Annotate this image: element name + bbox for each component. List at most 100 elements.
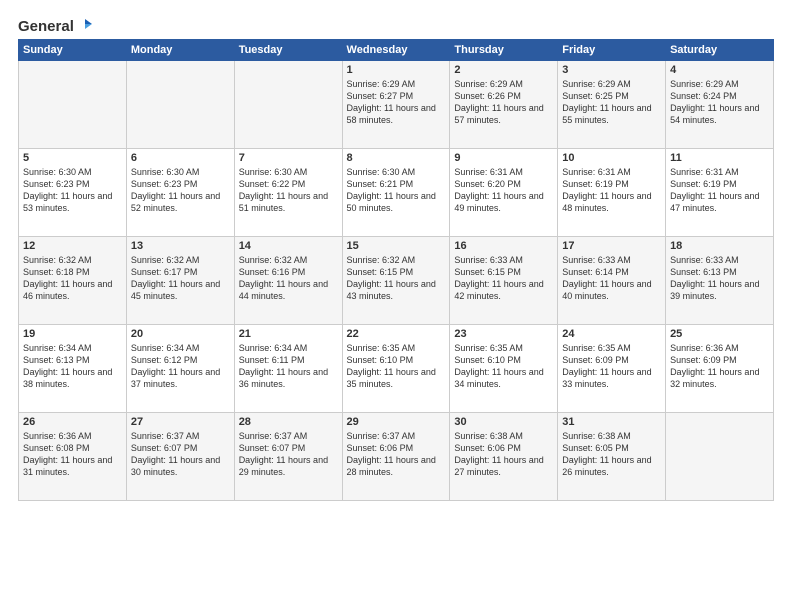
day-number: 22 — [347, 328, 446, 340]
weekday-header-sunday: Sunday — [19, 40, 127, 61]
day-number: 23 — [454, 328, 553, 340]
weekday-header-saturday: Saturday — [666, 40, 774, 61]
calendar-cell: 12 Sunrise: 6:32 AMSunset: 6:18 PMDayligh… — [19, 237, 127, 325]
day-number: 12 — [23, 240, 122, 252]
cell-info: Sunrise: 6:34 AMSunset: 6:13 PMDaylight:… — [23, 342, 122, 391]
calendar-cell: 30 Sunrise: 6:38 AMSunset: 6:06 PMDayligh… — [450, 413, 558, 501]
calendar-cell: 13 Sunrise: 6:32 AMSunset: 6:17 PMDayligh… — [126, 237, 234, 325]
cell-info: Sunrise: 6:32 AMSunset: 6:15 PMDaylight:… — [347, 254, 446, 303]
day-number: 7 — [239, 152, 338, 164]
day-number: 9 — [454, 152, 553, 164]
week-row-4: 19 Sunrise: 6:34 AMSunset: 6:13 PMDayligh… — [19, 325, 774, 413]
calendar-cell: 31 Sunrise: 6:38 AMSunset: 6:05 PMDayligh… — [558, 413, 666, 501]
cell-info: Sunrise: 6:34 AMSunset: 6:12 PMDaylight:… — [131, 342, 230, 391]
day-number: 26 — [23, 416, 122, 428]
calendar-cell: 16 Sunrise: 6:33 AMSunset: 6:15 PMDayligh… — [450, 237, 558, 325]
cell-info: Sunrise: 6:37 AMSunset: 6:07 PMDaylight:… — [239, 430, 338, 479]
calendar-cell: 9 Sunrise: 6:31 AMSunset: 6:20 PMDaylight… — [450, 149, 558, 237]
week-row-2: 5 Sunrise: 6:30 AMSunset: 6:23 PMDaylight… — [19, 149, 774, 237]
week-row-5: 26Sunrise: 6:36 AMSunset: 6:08 PMDayligh… — [19, 413, 774, 501]
logo: General — [18, 18, 94, 31]
calendar-cell: 14 Sunrise: 6:32 AMSunset: 6:16 PMDayligh… — [234, 237, 342, 325]
calendar-cell: 8Sunrise: 6:30 AMSunset: 6:21 PMDaylight… — [342, 149, 450, 237]
day-number: 11 — [670, 152, 769, 164]
weekday-header-wednesday: Wednesday — [342, 40, 450, 61]
day-number: 24 — [562, 328, 661, 340]
cell-info: Sunrise: 6:29 AMSunset: 6:25 PMDaylight:… — [562, 78, 661, 127]
calendar-cell — [666, 413, 774, 501]
calendar-cell: 5 Sunrise: 6:30 AMSunset: 6:23 PMDaylight… — [19, 149, 127, 237]
cell-info: Sunrise: 6:31 AMSunset: 6:20 PMDaylight:… — [454, 166, 553, 215]
cell-info: Sunrise: 6:35 AMSunset: 6:10 PMDaylight:… — [347, 342, 446, 391]
cell-info: Sunrise: 6:29 AMSunset: 6:24 PMDaylight:… — [670, 78, 769, 127]
cell-info: Sunrise: 6:30 AMSunset: 6:21 PMDaylight:… — [347, 166, 446, 215]
calendar-cell: 27 Sunrise: 6:37 AMSunset: 6:07 PMDayligh… — [126, 413, 234, 501]
day-number: 14 — [239, 240, 338, 252]
day-number: 15 — [347, 240, 446, 252]
day-number: 1 — [347, 64, 446, 76]
cell-info: Sunrise: 6:29 AMSunset: 6:27 PMDaylight:… — [347, 78, 446, 127]
calendar-cell: 28Sunrise: 6:37 AMSunset: 6:07 PMDayligh… — [234, 413, 342, 501]
cell-info: Sunrise: 6:29 AMSunset: 6:26 PMDaylight:… — [454, 78, 553, 127]
calendar-table: SundayMondayTuesdayWednesdayThursdayFrid… — [18, 39, 774, 501]
cell-info: Sunrise: 6:32 AMSunset: 6:17 PMDaylight:… — [131, 254, 230, 303]
calendar-cell: 26Sunrise: 6:36 AMSunset: 6:08 PMDayligh… — [19, 413, 127, 501]
calendar-cell: 19 Sunrise: 6:34 AMSunset: 6:13 PMDayligh… — [19, 325, 127, 413]
calendar-cell — [126, 61, 234, 149]
cell-info: Sunrise: 6:35 AMSunset: 6:09 PMDaylight:… — [562, 342, 661, 391]
day-number: 30 — [454, 416, 553, 428]
cell-info: Sunrise: 6:35 AMSunset: 6:10 PMDaylight:… — [454, 342, 553, 391]
calendar-cell: 29Sunrise: 6:37 AMSunset: 6:06 PMDayligh… — [342, 413, 450, 501]
calendar-cell: 3 Sunrise: 6:29 AMSunset: 6:25 PMDaylight… — [558, 61, 666, 149]
day-number: 19 — [23, 328, 122, 340]
calendar-cell: 17Sunrise: 6:33 AMSunset: 6:14 PMDayligh… — [558, 237, 666, 325]
calendar-cell: 4Sunrise: 6:29 AMSunset: 6:24 PMDaylight… — [666, 61, 774, 149]
cell-info: Sunrise: 6:36 AMSunset: 6:09 PMDaylight:… — [670, 342, 769, 391]
day-number: 21 — [239, 328, 338, 340]
weekday-header-thursday: Thursday — [450, 40, 558, 61]
calendar-cell: 23 Sunrise: 6:35 AMSunset: 6:10 PMDayligh… — [450, 325, 558, 413]
weekday-header-monday: Monday — [126, 40, 234, 61]
day-number: 10 — [562, 152, 661, 164]
calendar-cell: 15 Sunrise: 6:32 AMSunset: 6:15 PMDayligh… — [342, 237, 450, 325]
cell-info: Sunrise: 6:37 AMSunset: 6:07 PMDaylight:… — [131, 430, 230, 479]
day-number: 6 — [131, 152, 230, 164]
cell-info: Sunrise: 6:34 AMSunset: 6:11 PMDaylight:… — [239, 342, 338, 391]
calendar-cell: 2 Sunrise: 6:29 AMSunset: 6:26 PMDaylight… — [450, 61, 558, 149]
calendar-cell: 1 Sunrise: 6:29 AMSunset: 6:27 PMDaylight… — [342, 61, 450, 149]
day-number: 5 — [23, 152, 122, 164]
header: General — [18, 18, 774, 31]
page: General SundayMondayTuesdayWednesdayThur… — [0, 0, 792, 612]
cell-info: Sunrise: 6:38 AMSunset: 6:06 PMDaylight:… — [454, 430, 553, 479]
cell-info: Sunrise: 6:32 AMSunset: 6:18 PMDaylight:… — [23, 254, 122, 303]
cell-info: Sunrise: 6:33 AMSunset: 6:13 PMDaylight:… — [670, 254, 769, 303]
cell-info: Sunrise: 6:38 AMSunset: 6:05 PMDaylight:… — [562, 430, 661, 479]
day-number: 2 — [454, 64, 553, 76]
cell-info: Sunrise: 6:31 AMSunset: 6:19 PMDaylight:… — [670, 166, 769, 215]
day-number: 25 — [670, 328, 769, 340]
weekday-header-tuesday: Tuesday — [234, 40, 342, 61]
week-row-1: 1 Sunrise: 6:29 AMSunset: 6:27 PMDaylight… — [19, 61, 774, 149]
day-number: 31 — [562, 416, 661, 428]
cell-info: Sunrise: 6:30 AMSunset: 6:23 PMDaylight:… — [23, 166, 122, 215]
calendar-cell: 11 Sunrise: 6:31 AMSunset: 6:19 PMDayligh… — [666, 149, 774, 237]
day-number: 17 — [562, 240, 661, 252]
week-row-3: 12 Sunrise: 6:32 AMSunset: 6:18 PMDayligh… — [19, 237, 774, 325]
cell-info: Sunrise: 6:37 AMSunset: 6:06 PMDaylight:… — [347, 430, 446, 479]
calendar-cell: 10Sunrise: 6:31 AMSunset: 6:19 PMDayligh… — [558, 149, 666, 237]
day-number: 16 — [454, 240, 553, 252]
calendar-cell: 6Sunrise: 6:30 AMSunset: 6:23 PMDaylight… — [126, 149, 234, 237]
cell-info: Sunrise: 6:33 AMSunset: 6:15 PMDaylight:… — [454, 254, 553, 303]
calendar-cell: 18Sunrise: 6:33 AMSunset: 6:13 PMDayligh… — [666, 237, 774, 325]
cell-info: Sunrise: 6:32 AMSunset: 6:16 PMDaylight:… — [239, 254, 338, 303]
logo-general-text: General — [18, 18, 74, 35]
calendar-cell — [234, 61, 342, 149]
cell-info: Sunrise: 6:30 AMSunset: 6:22 PMDaylight:… — [239, 166, 338, 215]
day-number: 3 — [562, 64, 661, 76]
day-number: 20 — [131, 328, 230, 340]
day-number: 27 — [131, 416, 230, 428]
day-number: 13 — [131, 240, 230, 252]
calendar-cell: 25 Sunrise: 6:36 AMSunset: 6:09 PMDayligh… — [666, 325, 774, 413]
calendar-cell — [19, 61, 127, 149]
calendar-cell: 24 Sunrise: 6:35 AMSunset: 6:09 PMDayligh… — [558, 325, 666, 413]
